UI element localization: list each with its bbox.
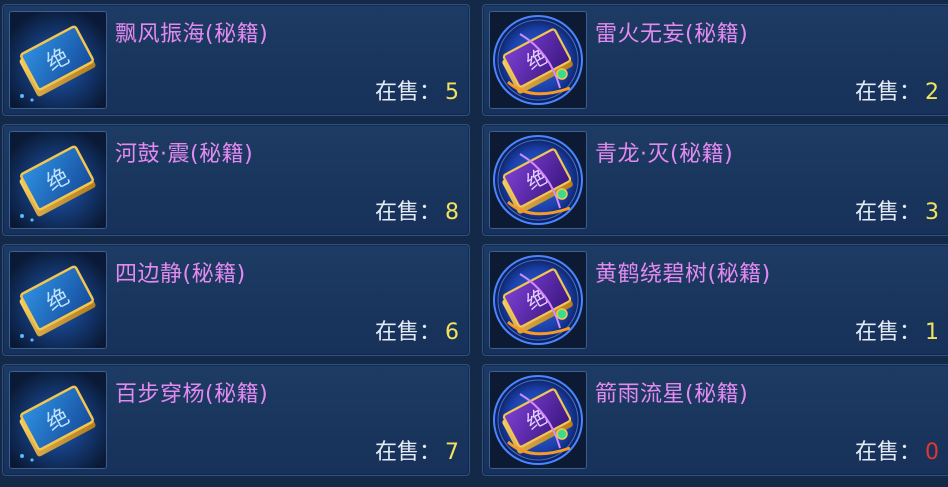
sale-label: 在售： xyxy=(854,200,921,225)
blue-book-icon: 绝 xyxy=(9,251,107,349)
item-card[interactable]: 绝 河鼓·震(秘籍) 在售： 8 xyxy=(2,124,470,236)
blue-book-icon: 绝 xyxy=(9,371,107,469)
item-name: 箭雨流星(秘籍) xyxy=(595,382,749,407)
sale-count: 6 xyxy=(445,320,459,345)
item-card[interactable]: 绝 四边静(秘籍) 在售： 6 xyxy=(2,244,470,356)
sale-status: 在售： 6 xyxy=(375,319,459,347)
item-name: 青龙·灭(秘籍) xyxy=(595,142,734,167)
sale-count: 0 xyxy=(925,440,939,465)
purple-orb-book-icon: 绝 xyxy=(489,251,587,349)
item-card[interactable]: 绝 雷火无妄(秘籍) 在售： 2 xyxy=(482,4,948,116)
blue-book-icon: 绝 xyxy=(9,131,107,229)
sale-label: 在售： xyxy=(854,440,921,465)
sale-count: 1 xyxy=(925,320,939,345)
sale-label: 在售： xyxy=(374,440,441,465)
item-name: 黄鹤绕碧树(秘籍) xyxy=(595,262,771,287)
sale-count: 7 xyxy=(445,440,459,465)
sale-status: 在售： 2 xyxy=(855,79,939,107)
sale-status: 在售： 1 xyxy=(855,319,939,347)
sale-count: 8 xyxy=(445,200,459,225)
sale-status: 在售： 5 xyxy=(375,79,459,107)
item-name: 四边静(秘籍) xyxy=(115,262,246,287)
sale-status: 在售： 0 xyxy=(855,439,939,467)
item-card[interactable]: 绝 飘风振海(秘籍) 在售： 5 xyxy=(2,4,470,116)
item-name: 飘风振海(秘籍) xyxy=(115,22,269,47)
sale-label: 在售： xyxy=(374,200,441,225)
sale-label: 在售： xyxy=(854,320,921,345)
item-name: 雷火无妄(秘籍) xyxy=(595,22,749,47)
item-name: 百步穿杨(秘籍) xyxy=(115,382,269,407)
sale-status: 在售： 7 xyxy=(375,439,459,467)
sale-count: 5 xyxy=(445,80,459,105)
sale-count: 3 xyxy=(925,200,939,225)
sale-label: 在售： xyxy=(854,80,921,105)
sale-status: 在售： 8 xyxy=(375,199,459,227)
purple-orb-book-icon: 绝 xyxy=(489,11,587,109)
sale-label: 在售： xyxy=(374,320,441,345)
sale-label: 在售： xyxy=(374,80,441,105)
sale-count: 2 xyxy=(925,80,939,105)
item-card[interactable]: 绝 百步穿杨(秘籍) 在售： 7 xyxy=(2,364,470,476)
item-name: 河鼓·震(秘籍) xyxy=(115,142,254,167)
item-grid: 绝 飘风振海(秘籍) 在售： 5 绝 雷火无妄(秘籍) 在售： 2 绝 河鼓·震… xyxy=(0,0,948,487)
blue-book-icon: 绝 xyxy=(9,11,107,109)
purple-orb-book-icon: 绝 xyxy=(489,131,587,229)
item-card[interactable]: 绝 箭雨流星(秘籍) 在售： 0 xyxy=(482,364,948,476)
sale-status: 在售： 3 xyxy=(855,199,939,227)
purple-orb-book-icon: 绝 xyxy=(489,371,587,469)
item-card[interactable]: 绝 黄鹤绕碧树(秘籍) 在售： 1 xyxy=(482,244,948,356)
item-card[interactable]: 绝 青龙·灭(秘籍) 在售： 3 xyxy=(482,124,948,236)
